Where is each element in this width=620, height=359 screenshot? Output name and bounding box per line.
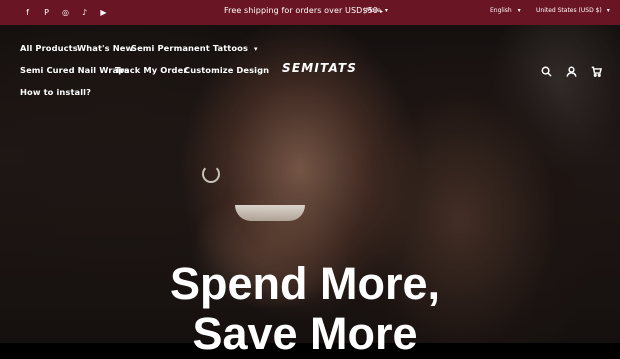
nav-semi-permanent-tattoos-label: Semi Permanent Tattoos	[131, 43, 248, 53]
currency-label: United States (USD $)	[536, 7, 602, 14]
facebook-icon[interactable]: f	[22, 7, 33, 18]
nav-track-my-order[interactable]: Track My Order	[115, 65, 188, 75]
instagram-icon[interactable]: ◎	[60, 7, 71, 18]
nav-customize-design[interactable]: Customize Design	[184, 65, 269, 75]
chevron-down-icon: ▾	[384, 7, 388, 14]
header-icons	[541, 62, 603, 81]
chevron-down-icon: ▾	[517, 7, 521, 14]
hero-headline: Spend More, Save More	[0, 259, 610, 359]
youtube-icon[interactable]: ▶	[98, 7, 109, 18]
cart-icon[interactable]	[591, 62, 603, 81]
currency-selector[interactable]: United States (USD $) ▾	[536, 7, 610, 14]
nav-semi-permanent-tattoos[interactable]: Semi Permanent Tattoos ▾	[131, 43, 258, 53]
nav-how-to-install[interactable]: How to install?	[20, 87, 91, 97]
language-selector[interactable]: English ▾	[490, 7, 521, 14]
search-icon[interactable]	[541, 62, 552, 81]
account-icon[interactable]	[566, 62, 577, 81]
nav-whats-new[interactable]: What's New	[77, 43, 133, 53]
chevron-down-icon: ▾	[253, 45, 258, 53]
tiktok-icon[interactable]: ♪	[79, 7, 90, 18]
announcement-bar: f P ◎ ♪ ▶ Free shipping for orders over …	[0, 0, 620, 25]
site-logo[interactable]: SEMITATS	[282, 61, 357, 75]
smile	[235, 205, 305, 221]
hero-headline-line-1: Spend More,	[169, 258, 441, 309]
pinterest-icon[interactable]: P	[41, 7, 52, 18]
nav-semi-cured-nail-wraps[interactable]: Semi Cured Nail Wraps	[20, 65, 129, 75]
free-shipping-message[interactable]: Free shipping for orders over USD$50 ▸	[224, 6, 383, 15]
more-label: More	[366, 7, 381, 14]
social-links: f P ◎ ♪ ▶	[22, 7, 109, 18]
more-dropdown[interactable]: More ▾	[362, 6, 392, 15]
nav-all-products[interactable]: All Products	[20, 43, 78, 53]
free-shipping-text: Free shipping for orders over USD$50	[224, 6, 378, 15]
nose-ring	[202, 165, 220, 183]
hero-headline-line-2: Save More	[192, 308, 418, 359]
chevron-down-icon: ▾	[606, 7, 610, 14]
language-label: English	[490, 7, 512, 14]
